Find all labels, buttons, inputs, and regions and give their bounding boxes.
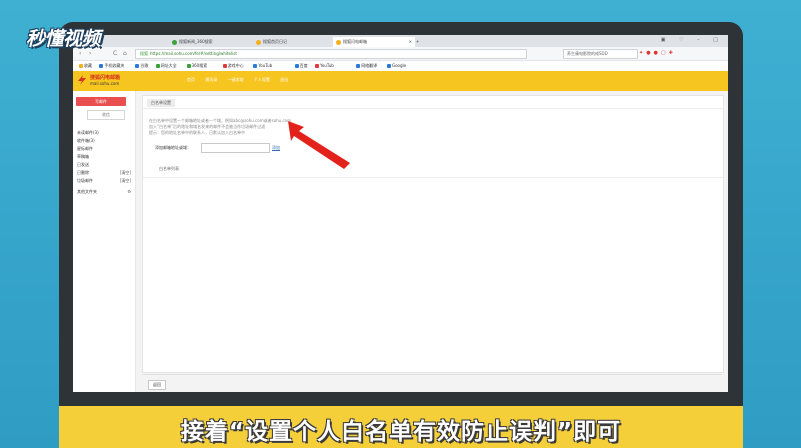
bookmark-item[interactable]: 收藏	[79, 63, 92, 69]
360-icon	[172, 39, 177, 45]
tab-sohu-news-search[interactable]: 搜狐新闻_360搜索	[169, 37, 216, 47]
tab-sohu-mail[interactable]: 搜狐闪电邮箱 ×	[333, 37, 415, 47]
tab-bar: 客户世界 搜狐新闻_360搜索 搜狐首页日记 搜狐闪电邮箱 × + ▣ ♡ – □	[73, 35, 728, 47]
folder-sent[interactable]: 已发送	[77, 161, 133, 169]
top-nav: 首页 通讯录 一键求助 个人设置 退出	[187, 77, 297, 83]
bookmark-item[interactable]: 网址大全	[155, 63, 177, 69]
nav-home[interactable]: 首页	[187, 77, 195, 82]
address-bar-row: ‹ › C ⌂ 搜狐 https://mail.sohu.com/fe/#/set…	[73, 47, 728, 61]
main-content: 白名单设置 在白名单中设置一个邮箱地址或者一个域，例如abc@sohu.com或…	[136, 91, 728, 392]
browser-window: 客户世界 搜狐新闻_360搜索 搜狐首页日记 搜狐闪电邮箱 × + ▣ ♡ – □…	[73, 35, 728, 392]
subtitle-bar: 接着“设置个人白名单有效防止误判”即可	[59, 406, 743, 448]
folder-inbox[interactable]: 收件箱(3)	[77, 137, 133, 145]
url-field[interactable]: 搜狐 https://mail.sohu.com/fe/#/setting/whi…	[135, 49, 527, 59]
bookmark-icon	[79, 64, 83, 68]
sohu-mail-icon	[336, 39, 341, 45]
bookmark-item[interactable]: 网络翻译	[356, 63, 377, 69]
bookmark-icon	[294, 64, 299, 68]
mail-header: 搜狐闪电邮箱 mail.sohu.com 首页 通讯录 一键求助 个人设置 退出	[73, 71, 728, 91]
close-tab-icon[interactable]: ×	[409, 37, 412, 47]
folder-drafts[interactable]: 草稿箱	[77, 153, 133, 161]
folder-list: 未读邮件(3) 收件箱(3) 星标邮件 草稿箱 已发送 已删除 [清空] 垃圾邮件…	[77, 129, 133, 196]
bottom-toolbar: 返回	[142, 374, 722, 392]
bookmark-icon	[155, 64, 160, 68]
tab-sohu-diary[interactable]: 搜狐首页日记	[253, 37, 290, 47]
receive-button[interactable]: 收信	[87, 110, 125, 120]
bookmark-item[interactable]: 游戏中心	[222, 63, 244, 69]
window-controls[interactable]: ▣ ♡ – □	[661, 37, 724, 43]
whitelist-address-input[interactable]	[201, 143, 270, 153]
miaodong-logo: 秒懂视频	[26, 28, 101, 50]
bookmark-icon	[99, 64, 104, 68]
empty-deleted-link[interactable]: [清空]	[120, 169, 131, 177]
folder-spam[interactable]: 垃圾邮件 [清空]	[77, 177, 133, 185]
lightning-logo-icon	[78, 75, 86, 85]
home-icon[interactable]: ⌂	[123, 50, 127, 57]
whitelist-description: 在白名单中设置一个邮箱地址或者一个域，例如abc@sohu.com或者sohu.…	[149, 118, 292, 135]
folder-unread[interactable]: 未读邮件(3)	[77, 129, 133, 137]
bookmark-item[interactable]: YouTub	[315, 63, 334, 69]
forward-icon[interactable]: ›	[89, 50, 91, 57]
nav-logout[interactable]: 退出	[280, 77, 288, 82]
nav-help[interactable]: 一键求助	[228, 77, 244, 82]
red-pointer-arrow-icon	[288, 121, 350, 169]
whitelist-list-caption: 白名单列表	[159, 166, 179, 171]
bookmark-icon	[315, 64, 319, 68]
bookmark-icon	[135, 64, 140, 68]
back-button[interactable]: 返回	[148, 380, 166, 390]
bookmark-icon	[222, 64, 227, 68]
reload-icon[interactable]: C	[113, 50, 117, 57]
folder-deleted[interactable]: 已删除 [清空]	[77, 169, 133, 177]
add-address-label: 添加邮箱地址或域：	[155, 145, 191, 150]
bookmark-item[interactable]: YouTub	[253, 63, 272, 69]
divider	[143, 177, 723, 178]
bookmark-icon	[387, 64, 391, 68]
bookmark-icon	[253, 64, 258, 68]
mail-sidebar: 写邮件 收信 未读邮件(3) 收件箱(3) 星标邮件 草稿箱 已发送 已删除 [清…	[73, 91, 136, 392]
empty-spam-link[interactable]: [清空]	[120, 177, 131, 185]
nav-settings[interactable]: 个人设置	[254, 77, 270, 82]
subtitle-caption: 接着“设置个人白名单有效防止误判”即可	[180, 419, 622, 445]
compose-button[interactable]: 写邮件	[76, 97, 126, 106]
back-icon[interactable]: ‹	[79, 50, 81, 57]
nav-contacts[interactable]: 通讯录	[205, 77, 217, 82]
bookmark-item[interactable]: 360搜索	[186, 63, 207, 69]
bookmark-icon	[356, 64, 361, 68]
whitelist-panel: 白名单设置 在白名单中设置一个邮箱地址或者一个域，例如abc@sohu.com或…	[142, 95, 724, 373]
gear-icon[interactable]: ⚙	[127, 188, 131, 196]
bookmark-item[interactable]: 百度	[294, 63, 308, 69]
lock-icon: 搜狐	[140, 51, 148, 56]
extension-icons[interactable]: ✦●●▢✚	[639, 50, 676, 56]
folder-starred[interactable]: 星标邮件	[77, 145, 133, 153]
bookmark-item[interactable]: 谷歌	[135, 63, 148, 69]
bookmark-icon	[186, 64, 191, 68]
page-title: 白名单设置	[147, 99, 175, 107]
bookmark-item[interactable]: 手机收藏夹	[99, 63, 124, 69]
bookmark-item[interactable]: Google	[387, 63, 406, 69]
search-field[interactable]: 养生康电影院的戒SDD	[563, 49, 638, 59]
new-tab-button[interactable]: +	[413, 37, 422, 47]
panel-header: 白名单设置	[143, 96, 723, 109]
folder-other[interactable]: 其他文件夹 ⚙	[77, 188, 133, 196]
sohu-icon	[256, 39, 261, 45]
add-button[interactable]: 添加	[272, 145, 280, 151]
